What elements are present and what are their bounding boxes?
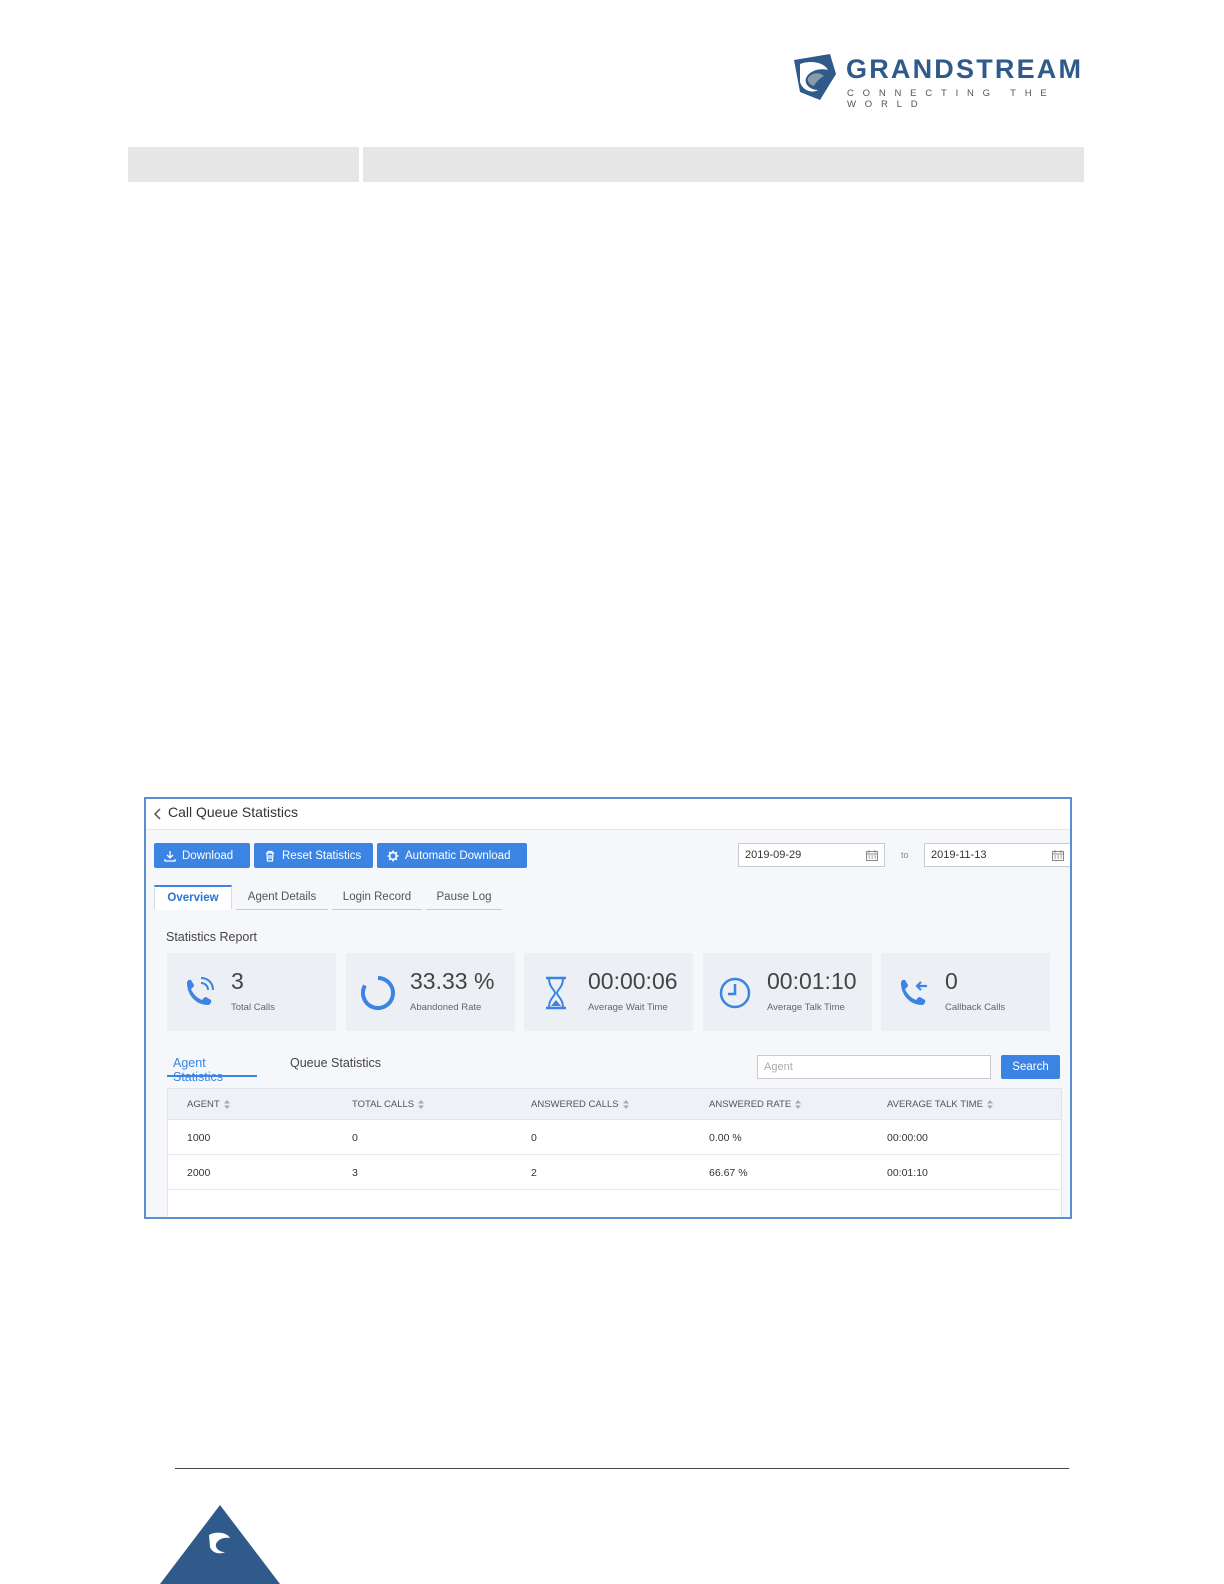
sort-icon[interactable] <box>622 1100 629 1109</box>
grandstream-logo-icon <box>794 54 836 100</box>
stat-card-callback-calls: 0 Callback Calls <box>881 953 1050 1031</box>
column-header-total-calls[interactable]: TOTAL CALLS <box>352 1099 425 1110</box>
date-range-to-label: to <box>901 850 909 860</box>
stat-card-average-talk-time: 00:01:10 Average Talk Time <box>703 953 872 1031</box>
sort-icon[interactable] <box>795 1100 802 1109</box>
sort-icon[interactable] <box>418 1100 425 1109</box>
phone-callback-icon <box>901 979 927 1005</box>
cell-answered-rate: 66.67 % <box>709 1167 748 1179</box>
stat-value: 33.33 % <box>410 968 495 994</box>
download-button-label: Download <box>182 849 234 862</box>
stat-label: Abandoned Rate <box>410 1002 482 1013</box>
stat-label: Average Talk Time <box>767 1002 845 1013</box>
column-header-agent[interactable]: AGENT <box>187 1099 230 1110</box>
stat-label: Callback Calls <box>945 1002 1006 1013</box>
table-row: 2000 3 2 66.67 % 00:01:10 <box>168 1155 1061 1190</box>
cell-answered-rate: 0.00 % <box>709 1132 742 1144</box>
call-queue-statistics-window: Call Queue Statistics Download Reset Sta… <box>144 797 1072 1219</box>
automatic-download-label: Automatic Download <box>405 849 511 862</box>
column-header-average-talk-time[interactable]: AVERAGE TALK TIME <box>887 1099 993 1110</box>
overview-panel: Statistics Report 3 Total Calls 33.33 % … <box>154 911 1070 1217</box>
stat-card-average-wait-time: 00:00:06 Average Wait Time <box>524 953 693 1031</box>
tab-login-record[interactable]: Login Record <box>332 885 422 910</box>
calendar-icon[interactable] <box>866 850 878 861</box>
tab-bar: Overview Agent Details Login Record Paus… <box>154 885 1070 912</box>
chevron-left-icon[interactable] <box>153 807 163 821</box>
footer-divider <box>175 1468 1069 1469</box>
title-bar: Call Queue Statistics <box>146 799 1070 830</box>
stat-value: 00:00:06 <box>588 968 678 994</box>
reset-statistics-button[interactable]: Reset Statistics <box>254 843 373 868</box>
brand-name: GRANDSTREAM <box>846 54 1084 84</box>
hourglass-icon <box>546 976 566 1010</box>
tab-agent-details[interactable]: Agent Details <box>236 885 328 910</box>
date-from-input[interactable]: 2019-09-29 <box>738 843 885 867</box>
table-header: AGENT TOTAL CALLS ANSWERED CALLS ANSWERE… <box>168 1089 1061 1120</box>
sort-icon[interactable] <box>986 1100 993 1109</box>
circular-progress-icon <box>361 976 395 1010</box>
stat-card-total-calls: 3 Total Calls <box>167 953 336 1031</box>
tab-pause-log[interactable]: Pause Log <box>426 885 502 910</box>
brand-tagline: CONNECTING THE WORLD <box>847 88 1056 110</box>
column-header-label: ANSWERED CALLS <box>531 1099 619 1110</box>
column-header-label: TOTAL CALLS <box>352 1099 415 1110</box>
automatic-download-button[interactable]: Automatic Download <box>377 843 527 868</box>
stat-value: 00:01:10 <box>767 968 857 994</box>
footer-logo-icon <box>160 1505 280 1584</box>
stat-label: Average Wait Time <box>588 1002 668 1013</box>
date-to-value: 2019-11-13 <box>931 849 987 861</box>
column-header-label: AGENT <box>187 1099 220 1110</box>
cell-answered-calls: 2 <box>531 1167 537 1179</box>
cell-total-calls: 0 <box>352 1132 358 1144</box>
column-header-answered-calls[interactable]: ANSWERED CALLS <box>531 1099 629 1110</box>
cell-agent: 2000 <box>187 1167 211 1179</box>
table-header-cell <box>363 147 1084 182</box>
agent-statistics-table: AGENT TOTAL CALLS ANSWERED CALLS ANSWERE… <box>167 1088 1062 1217</box>
agent-search-input[interactable]: Agent <box>757 1055 991 1079</box>
clock-icon <box>719 977 751 1009</box>
search-button[interactable]: Search <box>1001 1055 1060 1079</box>
reset-statistics-label: Reset Statistics <box>282 849 362 862</box>
page-title: Call Queue Statistics <box>168 804 298 820</box>
tab-queue-statistics[interactable]: Queue Statistics <box>290 1051 381 1082</box>
column-header-label: ANSWERED RATE <box>709 1099 792 1110</box>
cell-answered-calls: 0 <box>531 1132 537 1144</box>
download-button[interactable]: Download <box>154 843 250 868</box>
cell-average-talk-time: 00:01:10 <box>887 1167 928 1179</box>
tab-overview[interactable]: Overview <box>154 885 232 910</box>
sort-icon[interactable] <box>223 1100 230 1109</box>
download-icon <box>164 850 176 862</box>
cell-agent: 1000 <box>187 1132 211 1144</box>
phone-ringing-icon <box>187 977 214 1005</box>
stat-value: 0 <box>945 968 958 994</box>
table-row: 1000 0 0 0.00 % 00:00:00 <box>168 1120 1061 1155</box>
table-header-cell <box>128 147 359 182</box>
date-from-value: 2019-09-29 <box>745 849 802 861</box>
stat-value: 3 <box>231 968 244 994</box>
column-header-answered-rate[interactable]: ANSWERED RATE <box>709 1099 802 1110</box>
section-title: Statistics Report <box>166 930 258 944</box>
trash-icon <box>266 850 274 862</box>
cell-average-talk-time: 00:00:00 <box>887 1132 928 1144</box>
stat-label: Total Calls <box>231 1002 275 1013</box>
stat-card-abandoned-rate: 33.33 % Abandoned Rate <box>346 953 515 1031</box>
calendar-icon[interactable] <box>1052 850 1064 861</box>
grandstream-logo: GRANDSTREAM CONNECTING THE WORLD <box>790 52 1120 110</box>
tab-agent-statistics[interactable]: Agent Statistics <box>167 1051 257 1084</box>
cell-total-calls: 3 <box>352 1167 358 1179</box>
gear-icon <box>387 850 399 861</box>
document-table-header <box>128 147 1084 182</box>
column-header-label: AVERAGE TALK TIME <box>887 1099 983 1110</box>
date-to-input[interactable]: 2019-11-13 <box>924 843 1070 867</box>
